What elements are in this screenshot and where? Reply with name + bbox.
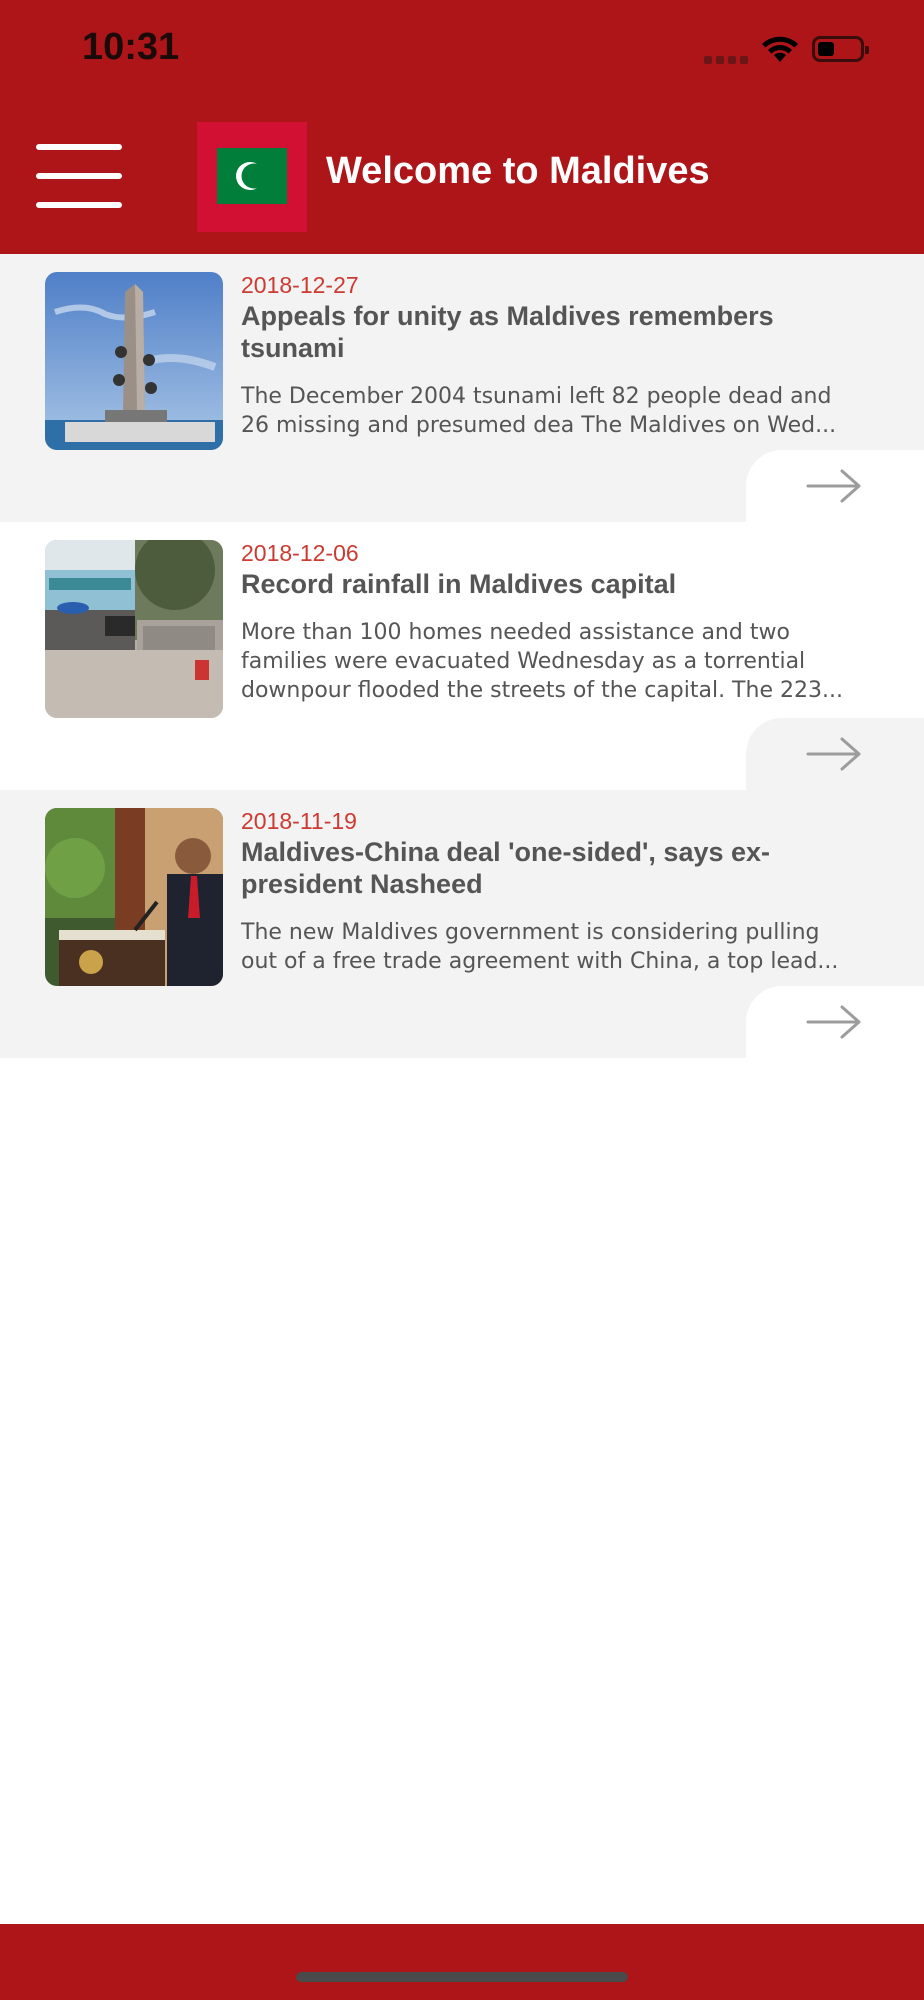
hamburger-menu-icon[interactable] — [36, 144, 122, 208]
signal-icon — [704, 56, 748, 64]
news-summary: More than 100 homes needed assistance an… — [241, 618, 881, 705]
bottom-bar — [0, 1924, 924, 2000]
read-more-tab[interactable] — [746, 718, 924, 790]
news-thumbnail — [45, 540, 223, 718]
arrow-right-icon[interactable] — [806, 736, 862, 772]
arrow-right-icon[interactable] — [806, 1004, 862, 1040]
arrow-right-icon[interactable] — [806, 468, 862, 504]
crescent-icon — [236, 162, 267, 190]
news-date: 2018-12-06 — [241, 540, 359, 566]
battery-icon — [812, 36, 869, 62]
news-thumbnail — [45, 272, 223, 450]
news-summary-line: The new Maldives government is consideri… — [241, 920, 820, 945]
news-date: 2018-12-27 — [241, 272, 359, 298]
news-summary-line: The December 2004 tsunami left 82 people… — [241, 384, 832, 409]
wifi-icon — [762, 36, 798, 62]
news-list-item[interactable]: 2018-11-19 Maldives-China deal 'one-side… — [0, 790, 924, 1058]
news-summary-line: More than 100 homes needed assistance an… — [241, 620, 790, 645]
news-summary-line: families were evacuated Wednesday as a t… — [241, 649, 806, 674]
news-list-item[interactable]: 2018-12-06 Record rainfall in Maldives c… — [0, 522, 924, 790]
news-summary: The December 2004 tsunami left 82 people… — [241, 382, 881, 440]
news-headline[interactable]: Maldives-China deal 'one-sided', says ex… — [241, 836, 841, 900]
status-icons — [704, 34, 874, 68]
app-header: 10:31 Welcome to Maldives — [0, 0, 924, 254]
news-summary-line: 26 missing and presumed dea The Maldives… — [241, 413, 837, 438]
read-more-tab[interactable] — [746, 986, 924, 1058]
news-list-item[interactable]: 2018-12-27 Appeals for unity as Maldives… — [0, 254, 924, 522]
news-summary-line: downpour flooded the streets of the capi… — [241, 678, 843, 703]
news-headline[interactable]: Appeals for unity as Maldives remembers … — [241, 300, 841, 364]
news-thumbnail — [45, 808, 223, 986]
news-date: 2018-11-19 — [241, 808, 357, 834]
news-headline[interactable]: Record rainfall in Maldives capital — [241, 568, 841, 600]
page-title: Welcome to Maldives — [326, 150, 710, 192]
news-summary: The new Maldives government is consideri… — [241, 918, 881, 976]
news-summary-line: out of a free trade agreement with China… — [241, 949, 839, 974]
news-screen: 10:31 Welcome to Maldives 2018-12-27 App… — [0, 0, 924, 2000]
maldives-flag-logo — [197, 122, 307, 232]
status-time: 10:31 — [82, 26, 180, 68]
read-more-tab[interactable] — [746, 450, 924, 522]
home-indicator[interactable] — [296, 1972, 628, 1982]
